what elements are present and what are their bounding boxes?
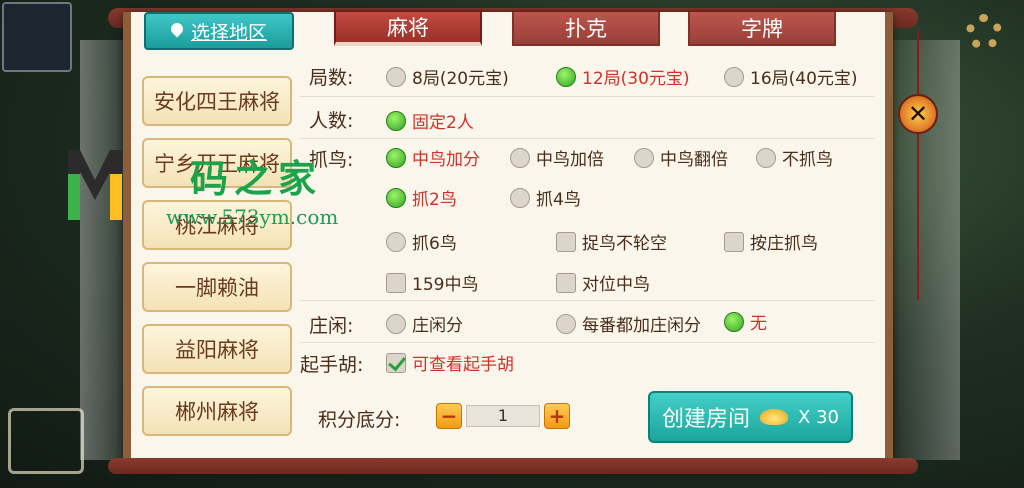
checkbox-icon [724,231,744,252]
players-option-2[interactable]: 固定2人 [386,108,474,133]
dealer-option-none[interactable]: 无 [724,309,767,334]
players-label: 人数: [309,110,354,132]
sidebar-item-yiyang[interactable]: 益阳麻将 [142,324,292,374]
bird-mode-double[interactable]: 中鸟加倍 [510,145,604,170]
sidebar-item-yijiao[interactable]: 一脚赖油 [142,262,292,312]
select-region-button[interactable]: 选择地区 [144,12,294,50]
bird-option-opposite[interactable]: 对位中鸟 [556,270,650,295]
divider [300,96,875,97]
score-value: 1 [466,405,540,427]
radio-selected-icon [724,311,744,332]
radio-selected-icon [556,66,576,87]
divider [300,342,875,343]
player-avatar[interactable] [2,2,72,72]
rounds-option-8[interactable]: 8局(20元宝) [386,64,509,89]
checkbox-icon [556,272,576,293]
increase-score-button[interactable]: + [544,403,570,429]
rounds-label: 局数: [309,67,354,89]
watermark-logo-icon [68,150,122,220]
watermark-url: www.573ym.com [166,205,339,229]
sidebar-item-anhua[interactable]: 安化四王麻将 [142,76,292,126]
starting-hu-option[interactable]: 可查看起手胡 [386,350,514,375]
watermark-text: 码之家 [190,157,323,201]
tab-mahjong[interactable]: 麻将 [334,10,482,46]
bird-count-6[interactable]: 抓6鸟 [386,229,457,254]
base-score-stepper: − 1 + [436,403,570,429]
radio-selected-icon [386,110,406,131]
rounds-option-12[interactable]: 12局(30元宝) [556,64,690,89]
bird-count-4[interactable]: 抓4鸟 [510,185,581,210]
close-button[interactable]: ✕ [898,94,938,134]
decrease-score-button[interactable]: − [436,403,462,429]
sidebar-item-chenzhou[interactable]: 郴州麻将 [142,386,292,436]
tab-zipai[interactable]: 字牌 [688,10,836,46]
divider [300,138,875,139]
radio-selected-icon [386,147,406,168]
bird-count-2[interactable]: 抓2鸟 [386,185,457,210]
create-room-button[interactable]: 创建房间 X 30 [648,391,853,443]
base-score-label: 积分底分: [318,409,401,431]
radio-icon [510,147,530,168]
shop-cart-icon [8,408,84,474]
radio-icon [756,147,776,168]
close-hanging-string [917,30,919,300]
radio-icon [634,147,654,168]
bird-option-159[interactable]: 159中鸟 [386,270,478,295]
settings-gear-icon[interactable] [966,14,1002,50]
select-region-label: 选择地区 [190,21,267,44]
radio-selected-icon [386,187,406,208]
checkbox-icon [386,272,406,293]
radio-icon [386,313,406,334]
scroll-rod-bottom [108,458,918,474]
location-pin-icon [171,23,183,39]
create-room-label: 创建房间 [662,407,751,432]
gold-ingot-icon [760,409,789,425]
rounds-option-16[interactable]: 16局(40元宝) [724,64,858,89]
checkbox-icon [556,231,576,252]
radio-icon [510,187,530,208]
starting-hu-label: 起手胡: [300,354,364,376]
create-room-cost: X 30 [798,406,839,428]
divider [300,300,875,301]
dealer-option-every[interactable]: 每番都加庄闲分 [556,311,701,336]
bird-option-by-dealer[interactable]: 按庄抓鸟 [724,229,818,254]
dealer-option-score[interactable]: 庄闲分 [386,311,463,336]
bird-mode-none[interactable]: 不抓鸟 [756,145,833,170]
tab-poker[interactable]: 扑克 [512,10,660,46]
radio-icon [724,66,744,87]
radio-icon [386,231,406,252]
radio-icon [386,66,406,87]
bird-mode-flip[interactable]: 中鸟翻倍 [634,145,728,170]
bird-mode-add[interactable]: 中鸟加分 [386,145,480,170]
dealer-label: 庄闲: [309,315,354,337]
bird-option-no-skip[interactable]: 捉鸟不轮空 [556,229,667,254]
radio-icon [556,313,576,334]
checkbox-checked-icon [386,352,406,373]
